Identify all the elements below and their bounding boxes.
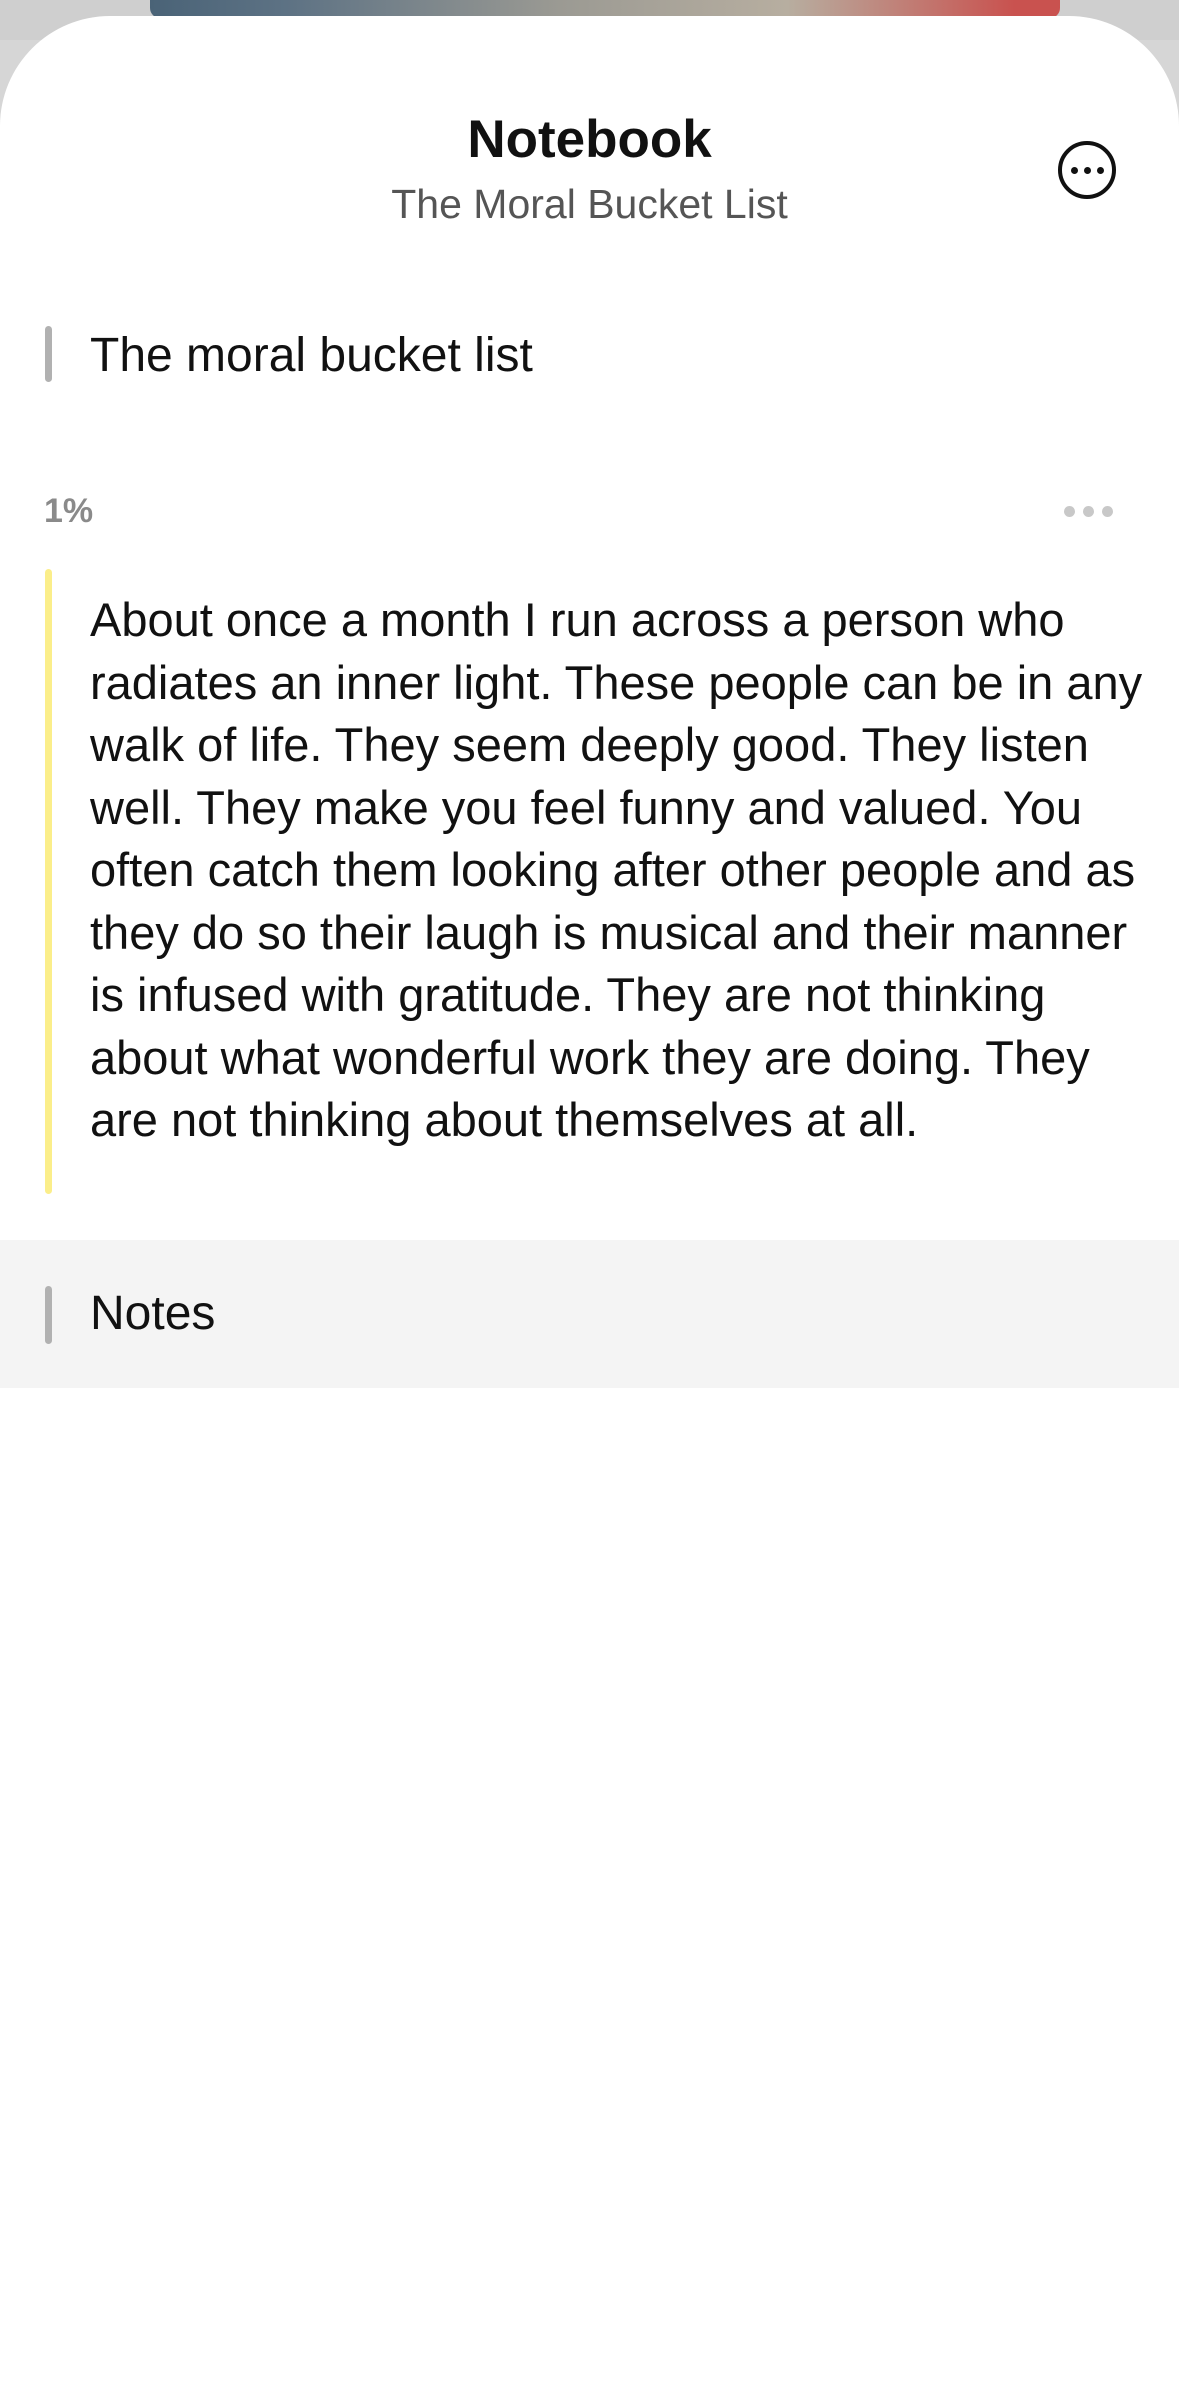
ellipsis-circle-icon (1070, 166, 1078, 174)
page-title: Notebook (467, 110, 712, 169)
chapter-label: The moral bucket list (90, 329, 533, 382)
chapter-heading[interactable]: The moral bucket list (0, 324, 1179, 384)
sheet-header: Notebook The Moral Bucket List (0, 16, 1179, 246)
highlight-menu-button[interactable] (1064, 506, 1121, 517)
highlight-color-bar (45, 569, 52, 1194)
notes-section[interactable]: Notes (0, 1240, 1179, 1388)
notes-label: Notes (90, 1287, 216, 1340)
highlight-item[interactable]: About once a month I run across a person… (0, 569, 1179, 1209)
reading-progress-label: 1% (44, 492, 94, 530)
notebook-sheet: Notebook The Moral Bucket List The moral… (0, 16, 1179, 2396)
book-title-subtitle: The Moral Bucket List (391, 181, 788, 227)
highlight-meta-row: 1% (0, 486, 1179, 536)
highlight-text: About once a month I run across a person… (90, 593, 1143, 1146)
chapter-marker-bar (45, 326, 52, 382)
more-options-button[interactable] (1058, 141, 1116, 199)
notes-marker-bar (45, 1286, 52, 1344)
ellipsis-horizontal-icon (1064, 506, 1075, 517)
